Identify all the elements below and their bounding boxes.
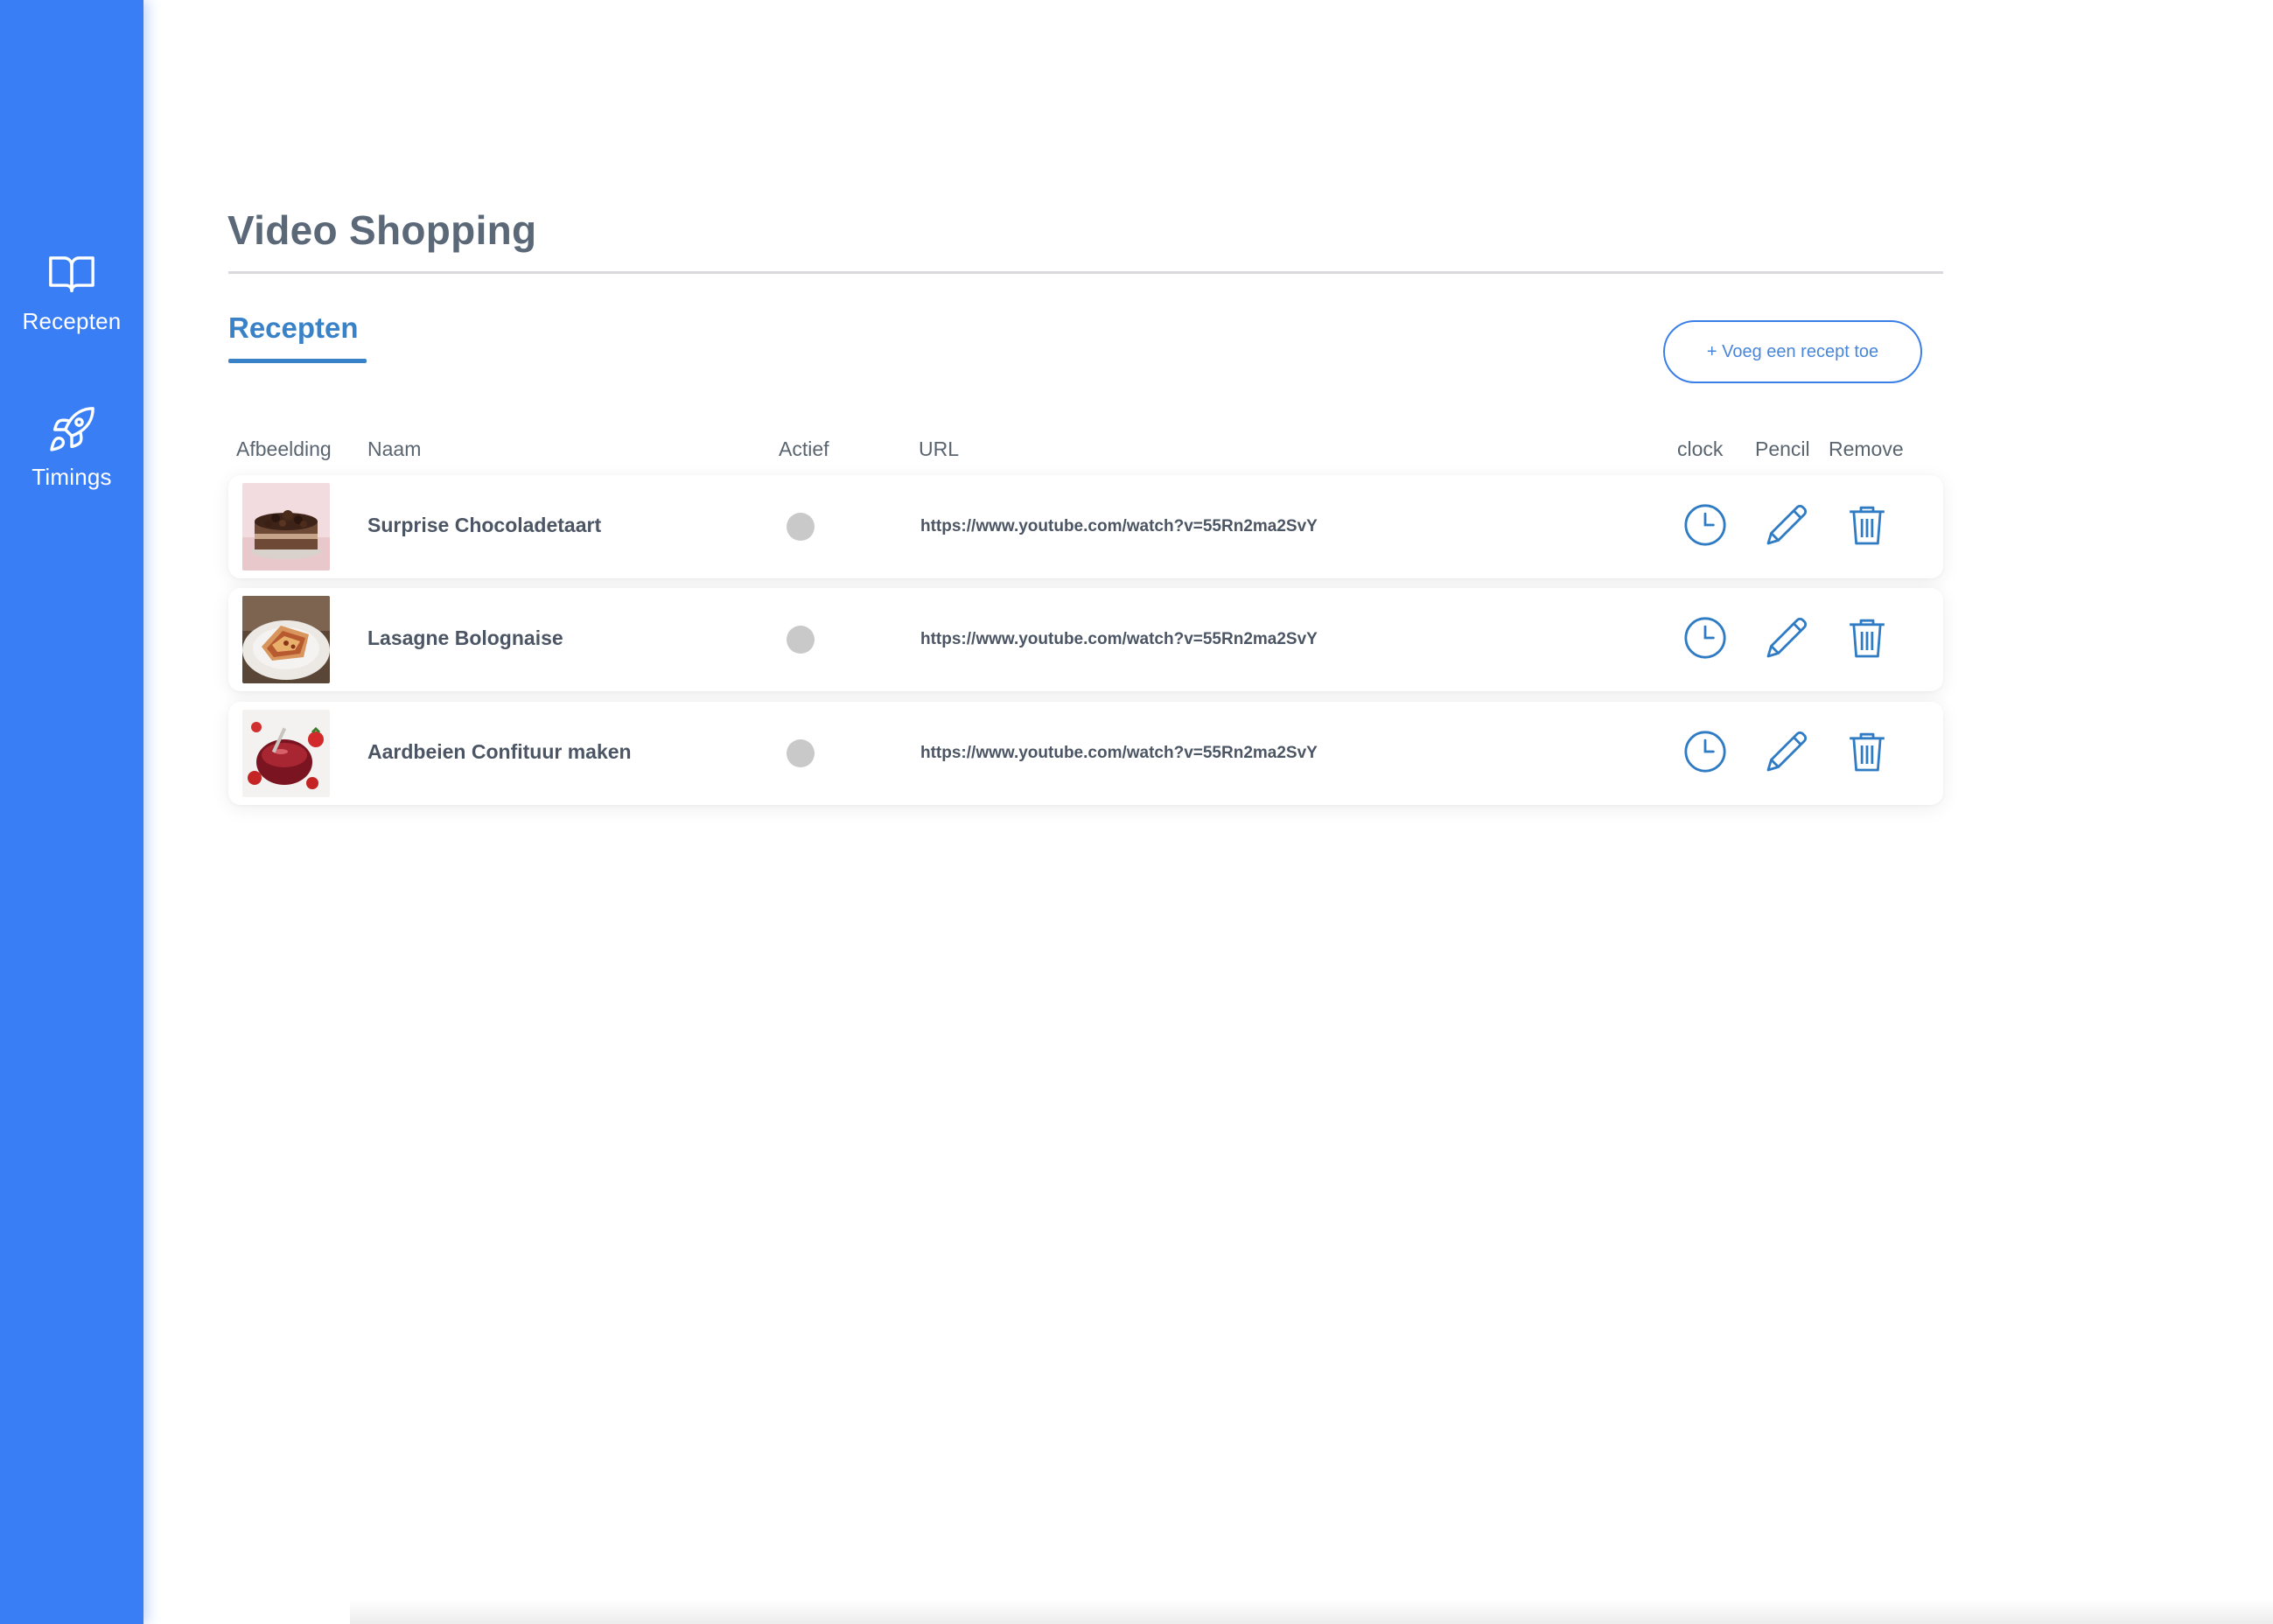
trash-icon[interactable] [1843,613,1892,662]
clock-icon[interactable] [1681,500,1730,550]
sidebar: Recepten Timings [0,0,143,1624]
table-row: Surprise Chocoladetaart https://www.yout… [228,475,1943,578]
strawberry-jam-image [242,710,330,797]
recipe-name: Aardbeien Confituur maken [367,740,632,763]
column-header-naam: Naam [367,438,422,460]
add-recipe-button[interactable]: + Voeg een recept toe [1663,320,1922,383]
column-header-pencil: Pencil [1755,438,1810,460]
tab-active-indicator [228,359,367,363]
table-row: Aardbeien Confituur maken https://www.yo… [228,702,1943,805]
lasagne-image [242,596,330,683]
recipe-url: https://www.youtube.com/watch?v=55Rn2ma2… [920,517,1318,536]
pencil-icon[interactable] [1762,500,1811,550]
active-status-indicator[interactable] [787,739,815,767]
pencil-icon[interactable] [1762,727,1811,776]
active-status-indicator[interactable] [787,626,815,654]
recipe-url: https://www.youtube.com/watch?v=55Rn2ma2… [920,630,1318,648]
book-icon [49,256,94,293]
table-row: Lasagne Bolognaise https://www.youtube.c… [228,588,1943,691]
bottom-shadow [350,1600,2273,1624]
column-header-afbeelding: Afbeelding [236,438,332,460]
column-header-remove: Remove [1829,438,1904,460]
sidebar-item-recepten[interactable]: Recepten [0,248,143,335]
sidebar-item-timings[interactable]: Timings [0,404,143,491]
sidebar-item-label: Timings [31,464,112,490]
page-title: Video Shopping [227,207,537,253]
recipe-name: Lasagne Bolognaise [367,626,563,649]
tab-recepten[interactable]: Recepten [228,312,359,345]
title-divider [228,271,1943,274]
trash-icon[interactable] [1843,500,1892,550]
recipe-url: https://www.youtube.com/watch?v=55Rn2ma2… [920,744,1318,762]
sidebar-item-label: Recepten [22,308,122,334]
clock-icon[interactable] [1681,613,1730,662]
rocket-icon [50,407,94,452]
trash-icon[interactable] [1843,727,1892,776]
pencil-icon[interactable] [1762,613,1811,662]
chocolate-cake-image [242,483,330,570]
recipe-name: Surprise Chocoladetaart [367,514,602,536]
column-header-actief: Actief [779,438,829,460]
column-header-clock: clock [1677,438,1724,460]
column-header-url: URL [919,438,960,460]
clock-icon[interactable] [1681,727,1730,776]
active-status-indicator[interactable] [787,513,815,541]
